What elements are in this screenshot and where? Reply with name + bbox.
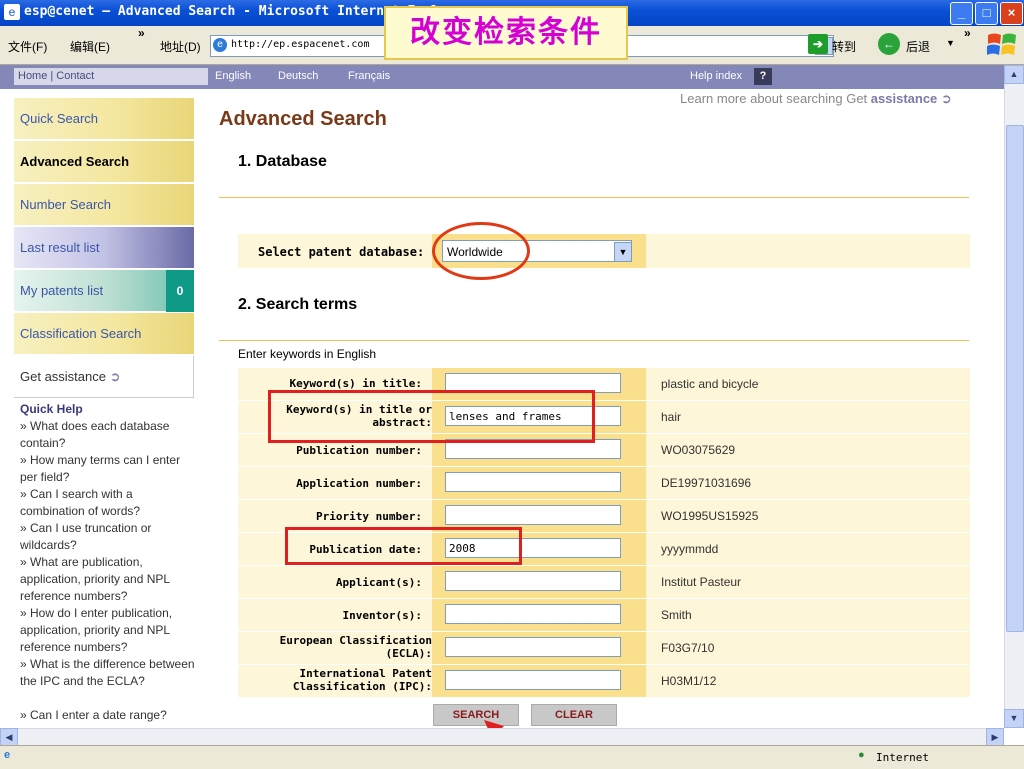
globe-icon: ●: [858, 749, 865, 761]
learn-more-label: Learn more about searching Get: [680, 91, 868, 106]
home-contact-link[interactable]: Home | Contact: [14, 68, 208, 85]
menu-overflow[interactable]: »: [138, 26, 145, 40]
applicant-input[interactable]: [445, 571, 621, 591]
page-status-icon: e: [4, 749, 11, 761]
sidebar-item-last-result[interactable]: Last result list: [14, 227, 194, 269]
field-example: Institut Pasteur: [661, 575, 742, 589]
field-example: plastic and bicycle: [661, 377, 759, 391]
ie-icon: e: [4, 4, 20, 20]
site-nav-bar: Home | Contact English Deutsch Français …: [0, 65, 1004, 89]
field-example: yyyymmdd: [661, 542, 719, 556]
back-button[interactable]: 后退: [906, 38, 930, 55]
menu-edit[interactable]: 编辑(E): [70, 38, 110, 55]
back-arrow-icon[interactable]: ←: [878, 33, 900, 55]
get-assistance-label: Get assistance: [20, 369, 106, 384]
field-label: International Patent Classification (IPC…: [292, 667, 432, 693]
arrow-circle-icon: ➲: [940, 91, 952, 106]
field-example: WO1995US15925: [661, 509, 759, 523]
assistance-link[interactable]: assistance: [871, 91, 938, 106]
field-example: DE19971031696: [661, 476, 752, 490]
windows-logo-icon: [987, 33, 1016, 55]
go-arrow-icon[interactable]: ➔: [808, 34, 828, 54]
close-button[interactable]: ×: [1000, 2, 1023, 25]
annotation-box: [268, 390, 595, 443]
help-link[interactable]: » How many terms can I enter per field?: [20, 452, 198, 486]
back-dropdown-icon[interactable]: ▼: [946, 38, 955, 48]
go-button[interactable]: 转到: [832, 38, 856, 55]
sidebar-item-advanced-search[interactable]: Advanced Search: [14, 141, 194, 183]
section-search-terms-title: 2. Search terms: [238, 296, 358, 313]
my-patents-count-badge: 0: [166, 270, 194, 312]
inventor-input[interactable]: [445, 604, 621, 624]
maximize-button[interactable]: □: [975, 2, 998, 25]
divider: [219, 197, 969, 198]
learn-more-text: Learn more about searching Get assistanc…: [680, 91, 952, 107]
scroll-down-arrow[interactable]: ▼: [1004, 709, 1024, 728]
application-number-input[interactable]: [445, 472, 621, 492]
scroll-up-arrow[interactable]: ▲: [1004, 65, 1024, 84]
status-bar: e ● Internet: [0, 745, 1024, 769]
field-label: Priority number:: [316, 510, 422, 523]
scrollbar-thumb[interactable]: [1006, 125, 1024, 632]
toolbar-overflow[interactable]: »: [964, 26, 971, 40]
field-label: Applicant(s):: [335, 576, 422, 589]
sidebar-item-number-search[interactable]: Number Search: [14, 184, 194, 226]
field-example: Smith: [661, 608, 692, 622]
divider: [219, 340, 969, 341]
sidebar-item-classification-search[interactable]: Classification Search: [14, 313, 194, 355]
help-link[interactable]: » Can I search with a combination of wor…: [20, 486, 198, 520]
priority-number-input[interactable]: [445, 505, 621, 525]
address-url: http://ep.espacenet.com: [231, 39, 370, 50]
zone-label: Internet: [876, 751, 929, 764]
address-label: 地址(D): [160, 40, 201, 54]
lang-deutsch[interactable]: Deutsch: [278, 70, 318, 82]
sidebar-item-quick-search[interactable]: Quick Search: [14, 98, 194, 140]
lang-francais[interactable]: Français: [348, 70, 390, 82]
field-label: European Classification (ECLA):: [279, 634, 432, 660]
field-example: WO03075629: [661, 443, 736, 457]
help-link[interactable]: » Can I enter a date range?: [20, 707, 198, 724]
horizontal-scrollbar[interactable]: [0, 728, 1004, 746]
page-title: Advanced Search: [219, 108, 387, 130]
field-example: F03G7/10: [661, 641, 715, 655]
lang-english[interactable]: English: [215, 70, 251, 82]
field-label: Keyword(s) in title:: [289, 377, 422, 390]
menu-file[interactable]: 文件(F): [8, 38, 47, 55]
ecla-input[interactable]: [445, 637, 621, 657]
field-example: hair: [661, 410, 682, 424]
chevron-down-icon[interactable]: ▼: [614, 242, 632, 262]
help-link[interactable]: » What is the difference between the IPC…: [20, 656, 198, 690]
quick-help-title: Quick Help: [20, 402, 83, 416]
help-index-link[interactable]: Help index: [690, 70, 742, 82]
field-label: Inventor(s):: [342, 609, 422, 622]
ipc-input[interactable]: [445, 670, 621, 690]
annotation-circle: [432, 222, 530, 280]
field-example: H03M1/12: [661, 674, 717, 688]
help-icon[interactable]: ?: [754, 68, 772, 85]
section-database-title: 1. Database: [238, 153, 327, 170]
arrow-circle-icon: ➲: [109, 369, 121, 384]
field-label: Publication number:: [296, 444, 422, 457]
field-label: Application number:: [296, 477, 422, 490]
page-icon: e: [213, 38, 227, 52]
sidebar-item-get-assistance[interactable]: Get assistance ➲: [14, 356, 194, 398]
minimize-button[interactable]: _: [950, 2, 973, 25]
help-link[interactable]: » What does each database contain?: [20, 418, 198, 452]
help-link[interactable]: » How do I enter publication, applicatio…: [20, 605, 198, 656]
select-database-label: Select patent database:: [258, 245, 425, 259]
annotation-box: [285, 527, 522, 565]
enter-keywords-label: Enter keywords in English: [238, 347, 377, 361]
help-link[interactable]: » Can I use truncation or wildcards?: [20, 520, 198, 554]
help-link[interactable]: » What are publication, application, pri…: [20, 554, 198, 605]
overlay-callout: 改变检索条件: [384, 6, 628, 60]
